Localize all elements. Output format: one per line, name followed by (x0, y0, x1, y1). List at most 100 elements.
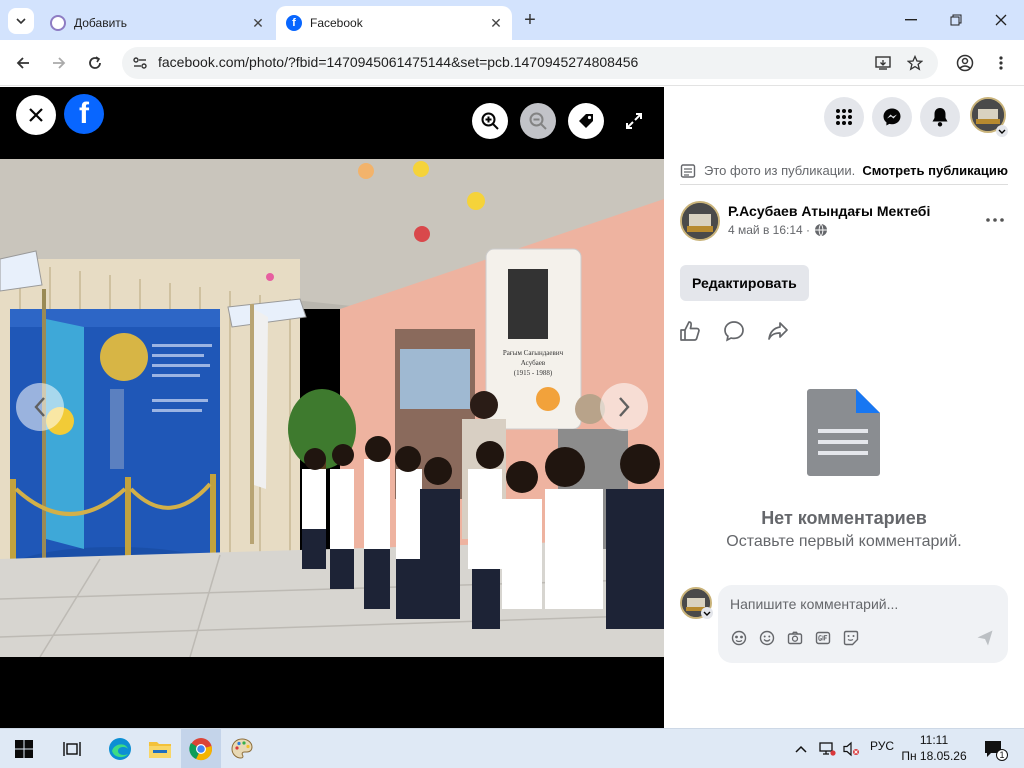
start-button[interactable] (10, 735, 38, 763)
action-center-button[interactable]: 1 (980, 735, 1008, 763)
show-hidden-icons-button[interactable] (790, 735, 812, 763)
sticker-icon (843, 630, 859, 646)
no-comments-subtitle: Оставьте первый комментарий. (726, 533, 962, 550)
post-author: Р.Асубаев Атындағы Мектебі 4 май в 16:14… (680, 201, 1008, 243)
speaker-muted-icon (843, 741, 859, 757)
tab-facebook[interactable]: f Facebook ✕ (276, 6, 512, 40)
publication-note: Это фото из публикации. Смотреть публика… (680, 157, 1008, 185)
close-tab-icon[interactable]: ✕ (486, 13, 506, 33)
no-comments-title: Нет комментариев (761, 508, 927, 528)
reload-button[interactable] (82, 50, 108, 76)
author-name[interactable]: Р.Асубаев Атындағы Мектебі (728, 203, 930, 219)
arrow-left-icon (16, 57, 29, 69)
paint-palette-icon (231, 738, 253, 759)
facebook-logo-icon[interactable]: f (64, 94, 104, 134)
camera-button[interactable] (786, 629, 804, 647)
comment-input[interactable] (730, 593, 990, 615)
portrait-caption-surname: Асубаев (521, 359, 546, 367)
network-icon (819, 742, 836, 756)
chevron-right-icon (619, 397, 630, 417)
notification-count-badge: 1 (996, 749, 1008, 761)
next-photo-button[interactable] (600, 383, 648, 431)
chrome-browser-icon (189, 738, 212, 761)
file-explorer-taskbar-button[interactable] (146, 735, 174, 763)
gif-button[interactable] (814, 629, 832, 647)
arrow-right-icon (53, 57, 66, 69)
commenter-chevron-icon[interactable] (701, 607, 713, 619)
forward-button[interactable] (46, 50, 72, 76)
tab-search-button[interactable] (8, 8, 34, 34)
post-meta: 4 май в 16:14 · (728, 223, 828, 237)
system-clock[interactable]: 11:11 Пн 18.05.26 (900, 732, 968, 764)
post-photo[interactable]: Рағым Сағындаевич Асубаев (1915 - 1988) (0, 159, 664, 744)
zoom-in-icon (481, 112, 499, 130)
tab-favicon-icon (50, 15, 66, 31)
edge-browser-icon (109, 738, 131, 760)
school-emblem-icon (682, 203, 718, 239)
task-view-button[interactable] (58, 735, 86, 763)
windows-logo-icon (15, 740, 33, 758)
messenger-button[interactable] (872, 97, 912, 137)
close-tab-icon[interactable]: ✕ (248, 13, 268, 33)
zoom-in-button[interactable] (472, 103, 508, 139)
task-view-icon (63, 742, 81, 756)
thumbs-up-icon (680, 321, 700, 341)
portrait-caption-years: (1915 - 1988) (514, 369, 553, 377)
messenger-icon (883, 108, 901, 126)
share-arrow-icon (768, 322, 788, 340)
close-viewer-button[interactable] (16, 95, 56, 135)
install-app-icon[interactable] (874, 54, 892, 72)
account-chevron-icon[interactable] (996, 125, 1008, 137)
back-button[interactable] (10, 50, 36, 76)
fullscreen-button[interactable] (620, 107, 648, 135)
notifications-button[interactable] (920, 97, 960, 137)
chrome-taskbar-button[interactable] (187, 735, 215, 763)
avatar-sticker-button[interactable] (730, 629, 748, 647)
restore-icon (950, 14, 962, 26)
tag-photo-button[interactable] (568, 103, 604, 139)
emoji-button[interactable] (758, 629, 776, 647)
minimize-icon (905, 19, 917, 21)
composer-tools (730, 629, 860, 647)
edit-button[interactable]: Редактировать (680, 265, 809, 301)
zoom-out-button[interactable] (520, 103, 556, 139)
comment-button[interactable] (722, 319, 746, 343)
bookmark-star-icon[interactable] (906, 54, 924, 72)
minimize-button[interactable] (896, 8, 926, 32)
see-publication-link[interactable]: Смотреть публикацию (862, 163, 1008, 178)
share-button[interactable] (766, 319, 790, 343)
restore-button[interactable] (941, 8, 971, 32)
account-circle-icon (956, 54, 974, 72)
kebab-menu-icon (999, 56, 1003, 70)
author-avatar[interactable] (680, 201, 720, 241)
expand-icon (626, 113, 642, 129)
previous-photo-button[interactable] (16, 383, 64, 431)
avatar-sticker-icon (731, 630, 747, 646)
close-icon (29, 108, 43, 122)
more-horizontal-icon (986, 218, 1004, 222)
browser-menu-button[interactable] (988, 50, 1014, 76)
profile-button[interactable] (952, 50, 978, 76)
site-settings-icon[interactable] (132, 55, 148, 71)
input-language[interactable]: РУС (870, 739, 894, 753)
photo-details-panel: Это фото из публикации. Смотреть публика… (664, 87, 1024, 728)
document-icon (807, 389, 880, 476)
edge-taskbar-button[interactable] (106, 735, 134, 763)
tab-title: Добавить (74, 16, 128, 30)
tab-title: Facebook (310, 16, 363, 30)
volume-button[interactable] (840, 735, 862, 763)
post-options-button[interactable] (982, 207, 1008, 233)
gif-icon (815, 631, 831, 645)
send-icon[interactable] (976, 629, 994, 647)
menu-button[interactable] (824, 97, 864, 137)
sticker-button[interactable] (842, 629, 860, 647)
tab-add[interactable]: Добавить ✕ (40, 6, 274, 40)
like-button[interactable] (678, 319, 702, 343)
close-window-button[interactable] (986, 8, 1016, 32)
post-time[interactable]: 4 май в 16:14 · (728, 223, 810, 237)
address-bar[interactable]: facebook.com/photo/?fbid=147094506147514… (122, 47, 938, 79)
network-status-button[interactable] (816, 735, 838, 763)
paint-taskbar-button[interactable] (228, 735, 256, 763)
url-text[interactable]: facebook.com/photo/?fbid=147094506147514… (158, 54, 638, 70)
new-tab-button[interactable]: + (519, 9, 541, 31)
